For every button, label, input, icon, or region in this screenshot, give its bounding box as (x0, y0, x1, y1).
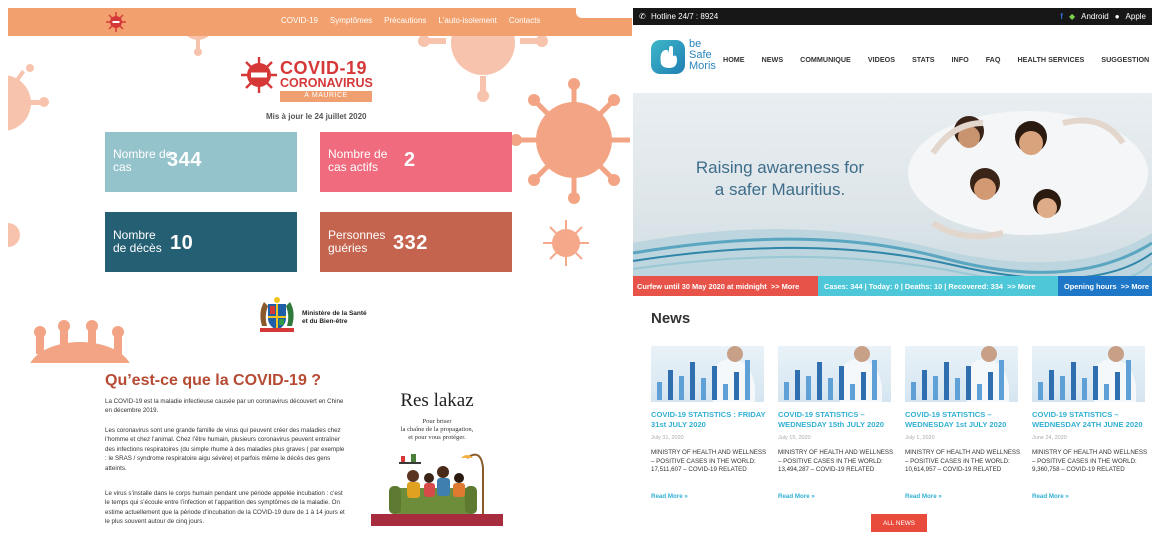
stat-label: Nombre de cas (113, 147, 173, 174)
nav-link-covid19[interactable]: COVID-19 (281, 16, 318, 25)
statistics-chart-icon (784, 346, 882, 402)
res-lakaz-poster: Res lakaz Pour briser la chaîne de la pr… (371, 390, 503, 526)
menu-item-news[interactable]: NEWS (762, 55, 784, 64)
virus-decoration-icon (543, 220, 589, 266)
menu-item-stats[interactable]: STATS (912, 55, 935, 64)
news-excerpt: MINISTRY OF HEALTH AND WELLNESS – POSITI… (905, 449, 1021, 474)
read-more-link[interactable]: Read More » (778, 493, 815, 500)
poster-subtitle: Pour briser la chaîne de la propagation,… (400, 418, 474, 441)
section-title: Qu’est-ce que la COVID-19 ? (105, 372, 322, 389)
menu-item-communique[interactable]: COMMUNIQUE (800, 55, 851, 64)
stat-label: Nombre de décès (113, 228, 162, 255)
statistics-chart-icon (1038, 346, 1136, 402)
paragraph-2: Les coronavirus sont une grande famille … (105, 427, 345, 472)
poster-title: Res lakaz (400, 390, 474, 411)
stat-value: 10 (170, 232, 194, 254)
top-navigation-bar: COVID-19 Symptômes Précautions L'auto-is… (8, 8, 632, 36)
app-links: f ◆ Android ● Apple (1060, 12, 1146, 21)
facebook-icon[interactable]: f (1060, 12, 1063, 21)
menu-item-suggestion[interactable]: SUGGESTION (1101, 55, 1149, 64)
ticker-opening-hours[interactable]: Opening hours >> More (1058, 276, 1152, 296)
coat-of-arms-icon (260, 297, 294, 332)
read-more-link[interactable]: Read More » (651, 493, 688, 500)
stat-value: 344 (167, 149, 202, 171)
ministry-logo-block: Ministère de la Santé et du Bien-être (254, 296, 374, 334)
news-date: July 15, 2020 (778, 435, 811, 441)
virus-decoration-icon (30, 320, 130, 363)
site-header: be Safe Moris HOME NEWS COMMUNIQUE VIDEO… (633, 25, 1152, 93)
covid-brand-block: COVID-19 CORONAVIRUS À MAURICE (240, 56, 380, 106)
virus-decoration-icon (8, 223, 20, 247)
ticker-cases[interactable]: Cases: 344 | Today: 0 | Deaths: 10 | Rec… (818, 276, 1058, 296)
top-info-bar: ✆ Hotline 24/7 : 8924 f ◆ Android ● Appl… (633, 8, 1152, 25)
covid-logo-icon[interactable] (106, 12, 126, 32)
hero-banner: Raising awareness for a safer Mauritius. (633, 93, 1152, 276)
news-thumbnail[interactable] (651, 346, 764, 402)
besafemoris-logo[interactable] (651, 40, 685, 74)
menu-item-info[interactable]: INFO (952, 55, 969, 64)
nav-link-precautions[interactable]: Précautions (384, 16, 426, 25)
paragraph-1: La COVID-19 est la maladie infectieuse c… (105, 398, 344, 415)
read-more-link[interactable]: Read More » (905, 493, 942, 500)
news-excerpt: MINISTRY OF HEALTH AND WELLNESS – POSITI… (651, 449, 767, 474)
brand-subtitle: CORONAVIRUS (280, 76, 373, 90)
news-title-link[interactable]: COVID-19 STATISTICS – WEDNESDAY 1st JULY… (905, 410, 1021, 429)
nav-link-contacts[interactable]: Contacts (509, 16, 541, 25)
apple-link[interactable]: Apple (1126, 12, 1146, 21)
statistics-chart-icon (911, 346, 1009, 402)
stat-label: Nombre de cas actifs (328, 147, 388, 174)
nav-links: COVID-19 Symptômes Précautions L'auto-is… (281, 16, 540, 25)
last-updated-text: Mis à jour le 24 juillet 2020 (266, 112, 367, 121)
main-menu: HOME NEWS COMMUNIQUE VIDEOS STATS INFO F… (723, 55, 1149, 64)
news-date: July 1, 2020 (905, 435, 935, 441)
statistics-chart-icon (657, 346, 755, 402)
menu-item-home[interactable]: HOME (723, 55, 745, 64)
stat-value: 332 (393, 232, 428, 254)
paragraph-3: Le virus s’installe dans le corps humain… (105, 490, 345, 526)
hero-tagline: Raising awareness for a safer Mauritius. (695, 158, 865, 199)
ticker-curfew[interactable]: Curfew until 30 May 2020 at midnight >> … (633, 276, 818, 296)
nav-link-auto-isolement[interactable]: L'auto-isolement (438, 16, 496, 25)
ministry-name: Ministère de la Santé et du Bien-être (302, 310, 367, 325)
news-excerpt: MINISTRY OF HEALTH AND WELLNESS – POSITI… (1032, 449, 1148, 474)
apple-icon: ● (1114, 12, 1120, 21)
news-title-link[interactable]: COVID-19 STATISTICS – WEDNESDAY 15th JUL… (778, 410, 894, 429)
news-date: July 31, 2020 (651, 435, 684, 441)
news-excerpt: MINISTRY OF HEALTH AND WELLNESS – POSITI… (778, 449, 894, 474)
shield-hand-icon (660, 46, 677, 68)
info-ticker: Curfew until 30 May 2020 at midnight >> … (633, 276, 1152, 296)
android-link[interactable]: Android (1081, 12, 1109, 21)
news-thumbnail[interactable] (778, 346, 891, 402)
stat-value: 2 (404, 149, 416, 171)
nav-corner-tab (576, 8, 632, 18)
stat-card-active-cases: Nombre de cas actifs 2 (320, 132, 512, 192)
menu-item-videos[interactable]: VIDEOS (868, 55, 895, 64)
read-more-link[interactable]: Read More » (1032, 493, 1069, 500)
news-section-title: News (651, 310, 691, 327)
phone-icon: ✆ (639, 12, 646, 21)
brand-country: À MAURICE (304, 92, 348, 99)
covid-virus-logo-icon (241, 57, 277, 93)
news-date: June 24, 2020 (1032, 435, 1067, 441)
stat-card-deaths: Nombre de décès 10 (105, 212, 297, 272)
stat-card-cases: Nombre de cas 344 (105, 132, 297, 192)
news-thumbnail[interactable] (905, 346, 1018, 402)
virus-decoration-icon (8, 64, 49, 131)
family-at-home-illustration-icon (371, 453, 503, 526)
virus-decoration-icon (510, 78, 630, 204)
left-website-panel: COVID-19 Symptômes Précautions L'auto-is… (8, 8, 632, 542)
besafemoris-wordmark[interactable]: be Safe Moris (689, 39, 716, 72)
android-icon: ◆ (1068, 12, 1076, 21)
menu-item-health-services[interactable]: HEALTH SERVICES (1017, 55, 1084, 64)
stat-label: Personnes guéries (328, 228, 386, 255)
news-title-link[interactable]: COVID-19 STATISTICS – WEDNESDAY 24TH JUN… (1032, 410, 1148, 429)
all-news-button[interactable]: ALL NEWS (871, 514, 927, 532)
stat-card-recovered: Personnes guéries 332 (320, 212, 512, 272)
menu-item-faq[interactable]: FAQ (986, 55, 1001, 64)
news-title-link[interactable]: COVID-19 STATISTICS : FRIDAY 31st JULY 2… (651, 410, 767, 429)
nav-link-symptomes[interactable]: Symptômes (330, 16, 372, 25)
right-website-panel: ✆ Hotline 24/7 : 8924 f ◆ Android ● Appl… (633, 8, 1152, 542)
hotline-text[interactable]: Hotline 24/7 : 8924 (651, 12, 718, 21)
news-thumbnail[interactable] (1032, 346, 1145, 402)
